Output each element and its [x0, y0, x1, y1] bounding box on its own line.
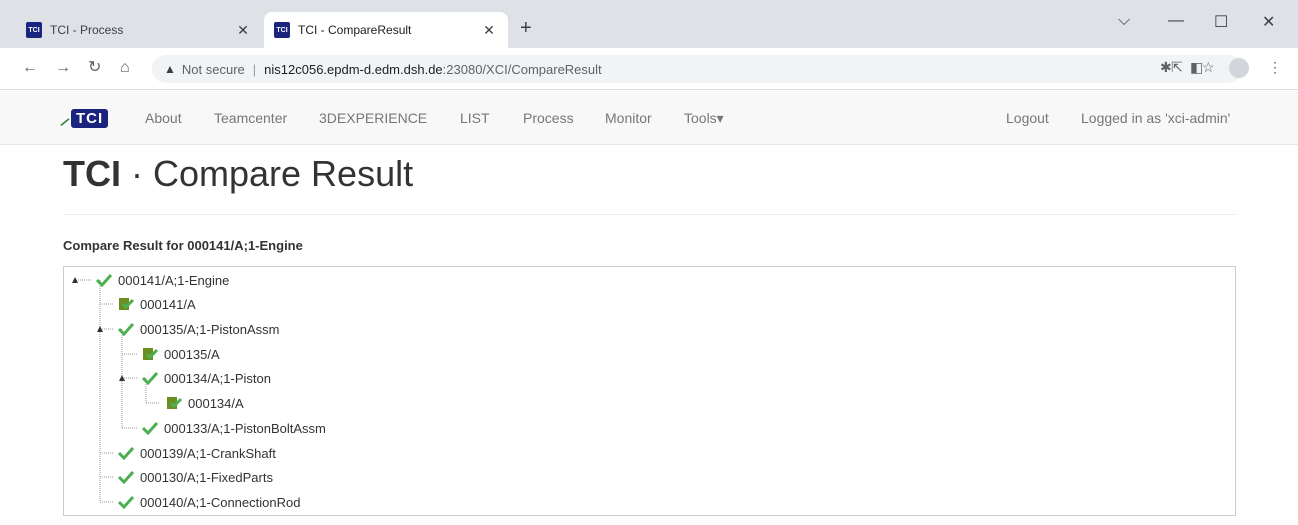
close-icon[interactable]: ✕ — [480, 22, 498, 39]
new-tab-button[interactable]: + — [520, 18, 532, 38]
app-navbar: ⸝ TCI About Teamcenter 3DEXPERIENCE LIST… — [0, 91, 1298, 145]
tree-node[interactable]: 000141/A;1-Engine — [96, 270, 229, 290]
tree-node-label: 000141/A;1-Engine — [118, 272, 230, 288]
close-icon[interactable]: ✕ — [234, 22, 252, 39]
tci-favicon-icon: TCI — [26, 22, 42, 38]
tree-node[interactable]: 000135/A;1-PistonAssm — [118, 319, 279, 339]
document-check-icon — [143, 348, 158, 360]
bookmark-star-icon[interactable]: ☆ — [1202, 59, 1215, 76]
nav-tools-dropdown[interactable]: Tools▾ — [684, 110, 724, 127]
tree-node-label: 000135/A — [164, 346, 220, 362]
nav-3dexperience[interactable]: 3DEXPERIENCE — [319, 110, 427, 126]
back-icon[interactable]: ← — [22, 59, 38, 77]
document-check-icon — [167, 397, 182, 409]
maximize-button[interactable]: ☐ — [1214, 12, 1228, 32]
close-window-button[interactable]: ✕ — [1262, 12, 1275, 32]
reload-icon[interactable]: ↻ — [88, 59, 101, 77]
tab-title: TCI - Process — [50, 23, 124, 37]
logo-swoosh-icon: ⸝ — [60, 108, 69, 128]
page-title-strong: TCI — [63, 153, 121, 194]
logged-in-user: Logged in as 'xci-admin' — [1081, 110, 1231, 126]
tci-favicon-icon: TCI — [274, 22, 290, 38]
tab-process[interactable]: TCI TCI - Process ✕ — [16, 12, 262, 48]
page-title: TCI · Compare Result — [63, 153, 413, 195]
divider — [63, 214, 1236, 215]
forward-icon[interactable]: → — [55, 59, 71, 77]
tree-node-label: 000139/A;1-CrankShaft — [140, 445, 276, 461]
tree-node[interactable]: 000140/A;1-ConnectionRod — [118, 492, 300, 512]
check-icon — [96, 273, 112, 287]
tree-node-label: 000133/A;1-PistonBoltAssm — [164, 420, 326, 436]
nav-monitor[interactable]: Monitor — [605, 110, 652, 126]
document-check-icon — [119, 298, 134, 310]
tree-node-label: 000135/A;1-PistonAssm — [140, 321, 280, 337]
tree-node[interactable]: 000134/A;1-Piston — [142, 368, 271, 388]
check-icon — [118, 495, 134, 509]
url-host: nis12c056.epdm-d.edm.dsh.de — [264, 61, 443, 77]
tree-node[interactable]: 000134/A — [166, 393, 244, 413]
warning-icon[interactable]: ▲ — [164, 62, 176, 76]
tree-node[interactable]: 000141/A — [118, 294, 196, 314]
tree-node-label: 000134/A — [188, 395, 244, 411]
page-title-rest: · Compare Result — [121, 153, 414, 194]
tci-logo[interactable]: ⸝ TCI — [60, 106, 109, 130]
nav-teamcenter[interactable]: Teamcenter — [214, 110, 287, 126]
nav-list[interactable]: LIST — [460, 110, 490, 126]
compare-tree: 000141/A;1-Engine 000141/A 000135/A;1-Pi… — [63, 266, 1236, 516]
home-icon[interactable]: ⌂ — [120, 59, 130, 77]
tree-node[interactable]: 000130/A;1-FixedParts — [118, 467, 273, 487]
tab-strip: TCI TCI - Process ✕ TCI TCI - CompareRes… — [0, 0, 1298, 48]
check-icon — [118, 446, 134, 460]
check-icon — [142, 421, 158, 435]
tab-compare-result[interactable]: TCI TCI - CompareResult ✕ — [264, 12, 508, 48]
browser-toolbar: ← → ↻ ⌂ ▲ Not secure | nis12c056.epdm-d.… — [0, 48, 1298, 90]
nav-process[interactable]: Process — [523, 110, 574, 126]
check-icon — [118, 470, 134, 484]
logo-text: TCI — [71, 108, 109, 128]
extensions-icon[interactable]: ✱ — [1160, 59, 1172, 76]
side-panel-icon[interactable]: ◧ — [1190, 59, 1203, 76]
divider: | — [252, 61, 257, 77]
tree-node[interactable]: 000139/A;1-CrankShaft — [118, 443, 276, 463]
tree-node[interactable]: 000133/A;1-PistonBoltAssm — [142, 418, 326, 438]
address-bar[interactable]: ▲ Not secure | nis12c056.epdm-d.edm.dsh.… — [152, 55, 1242, 83]
url-path: :23080/XCI/CompareResult — [442, 61, 602, 77]
profile-avatar[interactable] — [1229, 58, 1249, 78]
tree-node-label: 000130/A;1-FixedParts — [140, 469, 273, 485]
check-icon — [142, 371, 158, 385]
security-label[interactable]: Not secure — [182, 62, 245, 77]
share-icon[interactable]: ⇱ — [1171, 59, 1183, 76]
tree-node-label: 000141/A — [140, 296, 196, 312]
logout-link[interactable]: Logout — [1006, 110, 1049, 126]
menu-kebab-icon[interactable]: ⋮ — [1268, 59, 1282, 76]
check-icon — [118, 322, 134, 336]
minimize-button[interactable]: — — [1168, 12, 1184, 30]
chevron-down-icon[interactable]: ⌵ — [1118, 12, 1130, 30]
tree-node-label: 000134/A;1-Piston — [164, 370, 271, 386]
section-title: Compare Result for 000141/A;1-Engine — [63, 238, 303, 253]
tab-title: TCI - CompareResult — [298, 23, 412, 37]
tree-node-label: 000140/A;1-ConnectionRod — [140, 494, 301, 510]
nav-about[interactable]: About — [145, 110, 182, 126]
tree-node[interactable]: 000135/A — [142, 344, 220, 364]
